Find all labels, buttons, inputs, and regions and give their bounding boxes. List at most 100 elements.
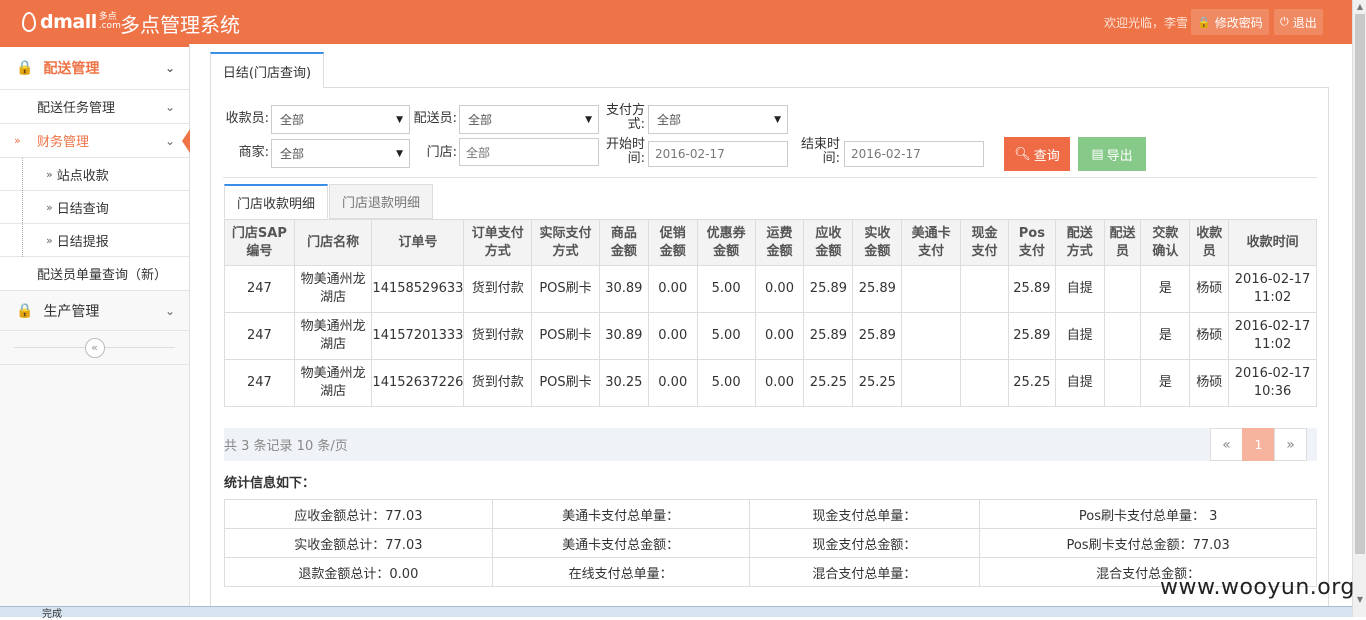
start-time-label: 开始时 间: [605,138,645,166]
table-cell: 14152637226 [371,359,465,407]
sidebar-item-delivery-task[interactable]: 配送任务管理 ⌄ [0,90,189,124]
table-cell [1103,359,1142,407]
lock-icon: 🔒 [1197,15,1211,29]
scrollbar-thumb[interactable] [1355,14,1365,554]
prev-page-button[interactable]: « [1210,428,1243,461]
page-1-button[interactable]: 1 [1242,428,1275,461]
column-header: 配送 方式 [1054,219,1105,266]
table-cell: 5.00 [696,359,756,407]
column-header: 订单支付 方式 [463,219,533,266]
column-header-line: 金额 [713,243,740,259]
table-cell [901,359,962,407]
table-cell [960,359,1009,407]
table-row[interactable]: 247 物美通州龙湖店 14158529633 货到付款 POS刷卡 30.89 0.00 5… [224,265,1317,313]
start-date-input[interactable]: 2016-02-17 [648,141,788,167]
scroll-up-icon[interactable]: ▲ [1353,0,1366,13]
table-cell: 30.89 [598,312,649,360]
vertical-scrollbar[interactable]: ▲ ▼ [1352,0,1366,617]
column-header: 促销 金额 [647,219,698,266]
change-password-label: 修改密码 [1214,15,1263,30]
column-header: 交款 确认 [1140,219,1191,266]
column-header-line: 现金 [971,225,998,241]
column-header: 配送员 [1103,219,1142,266]
welcome-text: 欢迎光临，李雪 [1104,16,1189,30]
table-cell: 是 [1140,312,1191,360]
courier-label: 配送员: [413,111,457,126]
sidebar-item-label: 配送管理 [43,61,100,77]
table-cell: 2016-02-17 11:02 [1228,265,1317,313]
stats-cell: 现金支付总单量： [748,499,981,529]
change-password-button[interactable]: 🔒 修改密码 [1191,9,1269,35]
query-button[interactable]: 🔍︎ 查询 [1004,137,1070,171]
sidebar-item-production[interactable]: 🔒 生产管理 ⌄ [0,291,189,331]
logout-button[interactable]: ⏻ 退出 [1274,9,1323,35]
column-header-line: 门店名称 [307,234,360,250]
sidebar-item-label: 日结查询 [56,201,109,217]
column-header: 商品 金额 [598,219,649,266]
table-cell: 5.00 [696,265,756,313]
column-header-line: 支付 [971,243,998,259]
table-cell: 货到付款 [463,359,533,407]
merchant-select[interactable]: 全部 ▼ [271,139,410,168]
payment-method-label-line1: 支付方 [605,103,645,118]
end-date-input[interactable]: 2016-02-17 [844,141,984,167]
dmall-logo[interactable]: dmall 多点 .com [22,8,121,36]
sidebar-item-daily-query[interactable]: » 日结查询 [0,191,189,224]
table-row[interactable]: 247 物美通州龙湖店 14157201333 货到付款 POS刷卡 30.89 0.00 5… [224,312,1317,360]
table-cell: POS刷卡 [531,312,600,360]
double-chevron-right-icon: » [46,200,53,214]
table-cell: 25.89 [1007,265,1056,313]
sidebar-item-label: 生产管理 [43,303,100,320]
query-button-label: 查询 [1033,148,1060,164]
table-cell [901,312,962,360]
table-cell: 2016-02-17 10:36 [1228,359,1317,407]
table-cell: 是 [1140,359,1191,407]
next-page-button[interactable]: » [1274,428,1307,461]
logo-sub-bottom: .com [98,21,121,31]
column-header: Pos 支付 [1007,219,1056,266]
table-cell: POS刷卡 [531,359,600,407]
cashier-select-value: 全部 [280,113,305,127]
sidebar-item-daily-withdraw[interactable]: » 日结提报 [0,224,189,257]
caret-down-icon: ▼ [396,114,403,125]
export-table-icon: ▤ [1091,146,1104,162]
column-header: 实际支付 方式 [531,219,600,266]
tab-store-collection-detail[interactable]: 门店收款明细 [224,184,329,219]
tab-daily-store-query[interactable]: 日结(门店查询) [210,52,324,88]
column-header-line: 方式 [1066,243,1093,259]
record-summary: 共 3 条记录 10 条/页 [224,439,348,454]
sidebar: 🔒 配送管理 ⌄ 配送任务管理 ⌄ » 财务管理 ⌄ » 站点收款 » 日结查询… [0,44,190,617]
collection-table: 门店SAP 编号 门店名称 订单号 订单支付 方式 实际支付 方式 商品 金额 促销 金额 优惠券 金额运… [224,219,1317,407]
export-button-label: 导出 [1106,148,1133,164]
sidebar-item-finance[interactable]: » 财务管理 ⌄ [0,124,190,158]
sidebar-item-delivery[interactable]: 🔒 配送管理 ⌄ [0,44,189,90]
cashier-select[interactable]: 全部 ▼ [271,105,410,134]
collapse-sidebar-icon[interactable]: « [84,337,105,358]
payment-method-select[interactable]: 全部 ▼ [648,105,788,134]
watermark: www.wooyun.org [1160,575,1355,600]
table-cell: 25.25 [852,359,903,407]
sidebar-item-courier-query[interactable]: 配送员单量查询（新） [0,257,189,291]
payment-method-label: 支付方 式: [605,104,645,132]
column-header-line: 应收 [815,225,842,241]
table-cell: 物美通州龙湖店 [293,265,373,313]
tab-store-refund-detail[interactable]: 门店退款明细 [329,184,434,219]
column-header: 运费 金额 [754,219,805,266]
top-header: dmall 多点 .com 多点管理系统 欢迎光临，李雪 🔒 修改密码 ⏻ 退出 [0,0,1352,44]
sidebar-item-label: 配送任务管理 [37,101,116,116]
lock-icon: 🔒 [16,302,34,319]
scroll-down-icon[interactable]: ▼ [1353,593,1366,606]
column-header-line: 美通卡 [911,225,951,241]
sidebar-item-site-collection[interactable]: » 站点收款 [0,158,189,191]
courier-select-value: 全部 [468,113,493,127]
chevron-down-icon: ⌄ [164,99,175,114]
table-row[interactable]: 247 物美通州龙湖店 14152637226 货到付款 POS刷卡 30.25 0.00 5… [224,359,1317,407]
export-button[interactable]: ▤ 导出 [1078,137,1146,171]
column-header-line: 支付 [1018,243,1045,259]
table-cell [960,265,1009,313]
courier-select[interactable]: 全部 ▼ [459,105,599,134]
store-input[interactable]: 全部 [459,138,599,166]
table-cell [1103,265,1142,313]
stats-cell: 在线支付总单量： [491,557,750,587]
column-header-line: 交款 [1152,225,1179,241]
